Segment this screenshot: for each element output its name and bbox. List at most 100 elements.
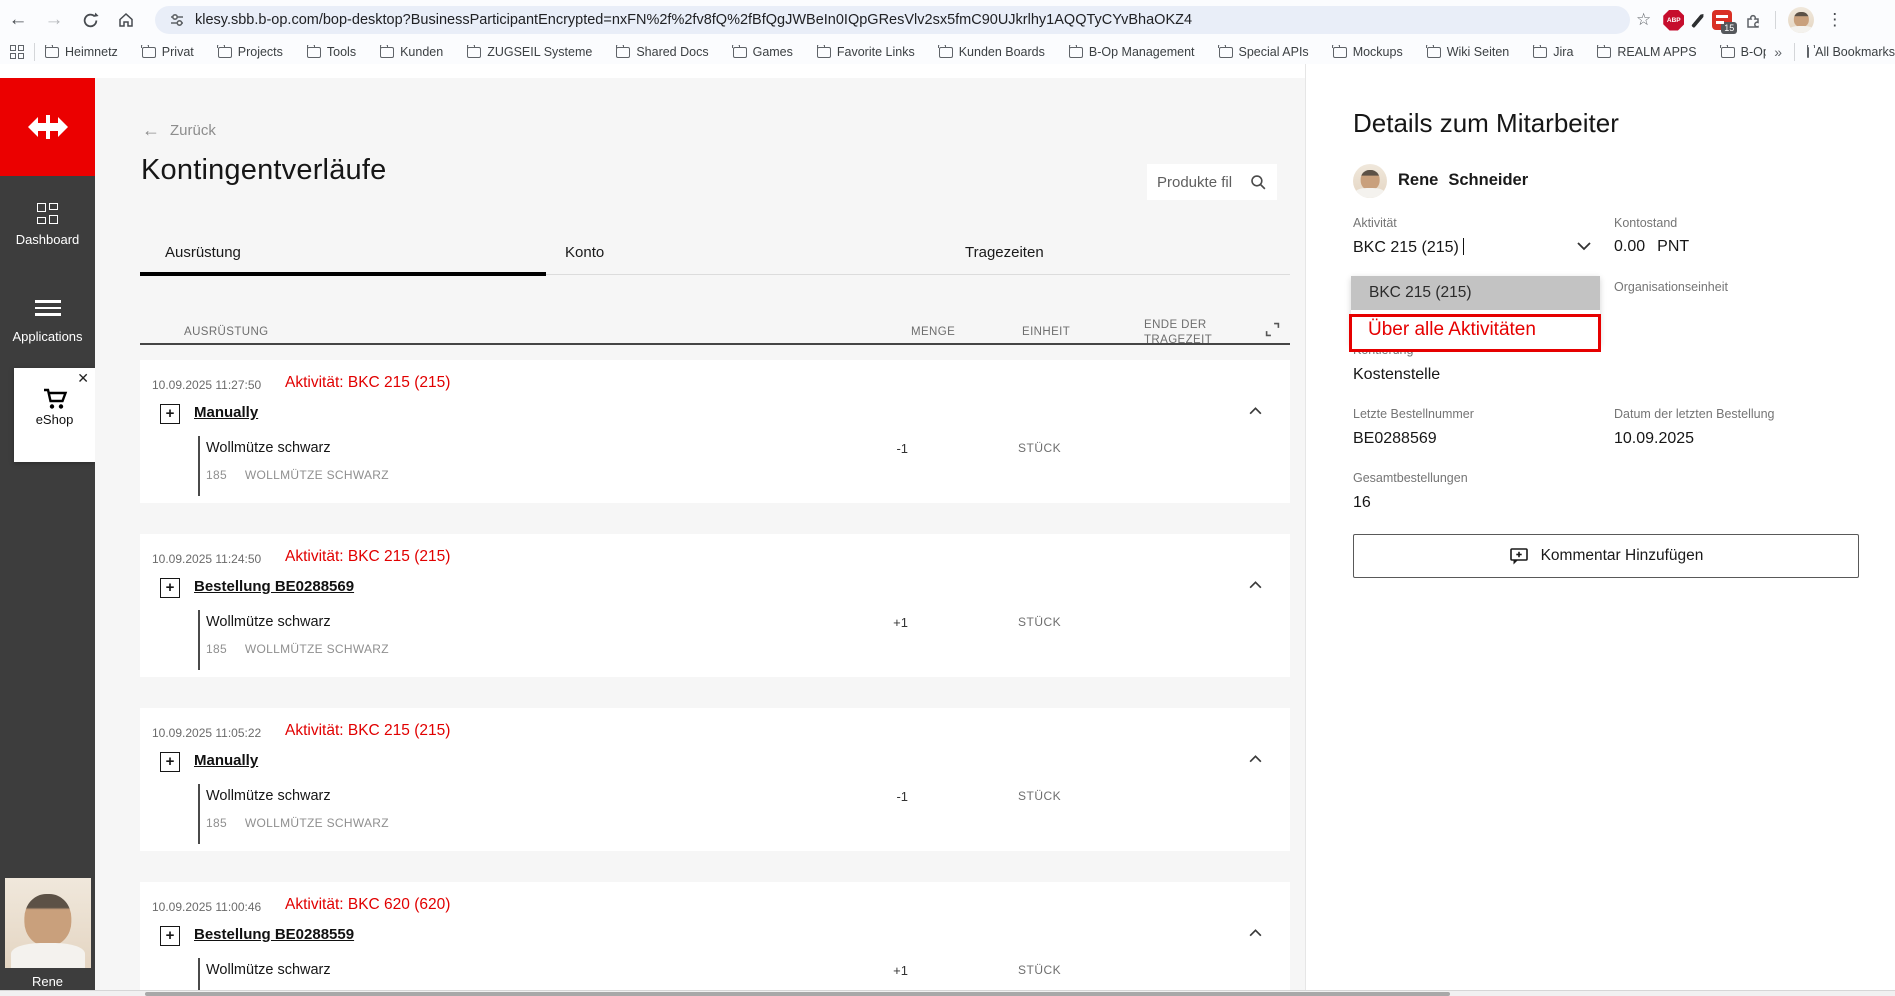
bookmark-item[interactable]: Shared Docs [616, 45, 708, 59]
expand-plus-icon[interactable] [160, 752, 180, 772]
bookmark-item[interactable]: Jira [1533, 45, 1573, 59]
folder-icon [467, 47, 481, 58]
bookmark-item[interactable]: REALM APPS [1597, 45, 1696, 59]
collapse-chevron-icon[interactable] [1248, 754, 1263, 764]
bookmark-item[interactable]: Mockups [1333, 45, 1403, 59]
sidebar-item-dashboard[interactable]: Dashboard [0, 200, 95, 247]
bookmark-item[interactable]: Heimnetz [45, 45, 118, 59]
folder-icon [616, 47, 630, 58]
comment-plus-icon [1509, 547, 1529, 566]
dropdown-option-bkc215[interactable]: BKC 215 (215) [1351, 276, 1600, 310]
history-list: 10.09.2025 11:27:50 Aktivität: BKC 215 (… [140, 360, 1290, 996]
extensions-puzzle-icon[interactable] [1744, 11, 1763, 30]
red-extension-icon[interactable]: 15 [1712, 10, 1732, 30]
column-menge: MENGE [911, 326, 955, 338]
horizontal-scrollbar[interactable] [0, 990, 1895, 996]
folder-icon [1333, 47, 1347, 58]
all-bookmarks-button[interactable]: All Bookmarks [1807, 45, 1895, 59]
tab-ausruestung[interactable]: Ausrüstung [165, 244, 241, 261]
folder-icon [1533, 47, 1547, 58]
pen-extension-icon[interactable] [1691, 12, 1705, 28]
chevron-down-icon[interactable] [1576, 241, 1592, 251]
aktivitaet-label: Aktivität [1353, 216, 1397, 230]
search-icon[interactable] [1250, 174, 1267, 191]
adblock-extension-icon[interactable]: ABP [1663, 10, 1684, 31]
extension-badge: 15 [1721, 22, 1737, 34]
browser-menu-icon[interactable]: ⋮ [1826, 10, 1843, 30]
bookmark-item[interactable]: Privat [142, 45, 194, 59]
scrollbar-thumb[interactable] [145, 992, 1450, 996]
employee-name: ReneSchneider [1398, 171, 1528, 190]
aktivitaet-combobox[interactable]: BKC 215 (215) [1353, 238, 1464, 257]
expand-plus-icon[interactable] [160, 404, 180, 424]
folder-icon [307, 47, 321, 58]
bookmark-star-icon[interactable]: ☆ [1636, 10, 1651, 30]
product-code: 185 [206, 468, 227, 482]
eshop-popover[interactable]: ✕ eShop [14, 368, 95, 462]
indent-bar [198, 610, 200, 670]
url-bar[interactable]: klesy.sbb.b-op.com/bop-desktop?BusinessP… [155, 6, 1630, 34]
bookmark-item[interactable]: Kunden [380, 45, 443, 59]
browser-profile-avatar[interactable] [1788, 7, 1814, 33]
bookmark-item[interactable]: B-Op Management [1069, 45, 1195, 59]
history-activity-label: Aktivität: BKC 215 (215) [285, 374, 450, 392]
browser-toolbar: ← → klesy.sbb.b-op.com/bop-desktop?Busin… [0, 0, 1895, 40]
annotation-red-box: Über alle Aktivitäten [1349, 314, 1601, 352]
history-source-link[interactable]: Manually [194, 752, 258, 769]
bookmarks-overflow-icon[interactable]: » [1774, 44, 1782, 60]
product-name: Wollmütze schwarz [206, 962, 331, 978]
active-tab-indicator [140, 272, 546, 276]
bookmark-item[interactable]: Projects [218, 45, 283, 59]
bookmark-item[interactable]: Kunden Boards [939, 45, 1045, 59]
history-source-link[interactable]: Bestellung BE0288569 [194, 578, 354, 595]
expand-plus-icon[interactable] [160, 578, 180, 598]
reload-icon[interactable] [72, 12, 108, 29]
product-code-name: WOLLMÜTZE SCHWARZ [245, 468, 389, 482]
user-photo[interactable] [5, 878, 91, 968]
sidebar-item-applications[interactable]: Applications [0, 296, 95, 344]
history-source-link[interactable]: Manually [194, 404, 258, 421]
bookmark-item[interactable]: Games [733, 45, 793, 59]
folder-icon [1807, 47, 1809, 58]
apps-grid-icon[interactable] [0, 45, 34, 59]
cart-icon [42, 388, 68, 410]
bookmark-item[interactable]: Favorite Links [817, 45, 915, 59]
back-icon[interactable]: ← [0, 9, 36, 31]
site-settings-icon[interactable] [169, 12, 185, 28]
quantity-value: +1 [828, 615, 908, 630]
letzte-bestellnummer-value: BE0288569 [1353, 430, 1437, 448]
collapse-chevron-icon[interactable] [1248, 928, 1263, 938]
history-activity-label: Aktivität: BKC 215 (215) [285, 548, 450, 566]
close-icon[interactable]: ✕ [77, 370, 89, 387]
forward-icon[interactable]: → [36, 9, 72, 31]
bookmark-item[interactable]: Tools [307, 45, 356, 59]
back-link[interactable]: ← Zurück [142, 120, 216, 141]
home-icon[interactable] [108, 11, 144, 29]
folder-icon [939, 47, 953, 58]
bookmark-item[interactable]: Wiki Seiten [1427, 45, 1510, 59]
history-timestamp: 10.09.2025 11:00:46 [152, 900, 261, 914]
tab-konto[interactable]: Konto [565, 244, 604, 261]
add-comment-button[interactable]: Kommentar Hinzufügen [1353, 534, 1859, 578]
datum-label: Datum der letzten Bestellung [1614, 407, 1775, 421]
quantity-value: +1 [828, 963, 908, 978]
bookmark-item[interactable]: B-Op Admin [1721, 45, 1767, 59]
product-filter-search[interactable]: Produkte fil [1147, 164, 1277, 200]
sbb-logo[interactable] [0, 78, 95, 176]
kontostand-label: Kontostand [1614, 216, 1677, 230]
bookmark-item[interactable]: ZUGSEIL Systeme [467, 45, 592, 59]
employee-details-panel: Details zum Mitarbeiter ReneSchneider Ak… [1305, 64, 1895, 996]
product-code: 185 [206, 642, 227, 656]
history-source-link[interactable]: Bestellung BE0288559 [194, 926, 354, 943]
expand-plus-icon[interactable] [160, 926, 180, 946]
collapse-chevron-icon[interactable] [1248, 406, 1263, 416]
indent-bar [198, 784, 200, 844]
bookmark-item[interactable]: Special APIs [1219, 45, 1309, 59]
collapse-chevron-icon[interactable] [1248, 580, 1263, 590]
sort-icon[interactable] [1265, 322, 1280, 337]
main-content: ← Zurück Kontingentverläufe Produkte fil… [95, 78, 1305, 996]
tab-tragezeiten[interactable]: Tragezeiten [965, 244, 1044, 261]
kontierung-value: Kostenstelle [1353, 366, 1440, 384]
history-card: 10.09.2025 11:24:50 Aktivität: BKC 215 (… [140, 534, 1290, 677]
eshop-label: eShop [14, 412, 95, 427]
